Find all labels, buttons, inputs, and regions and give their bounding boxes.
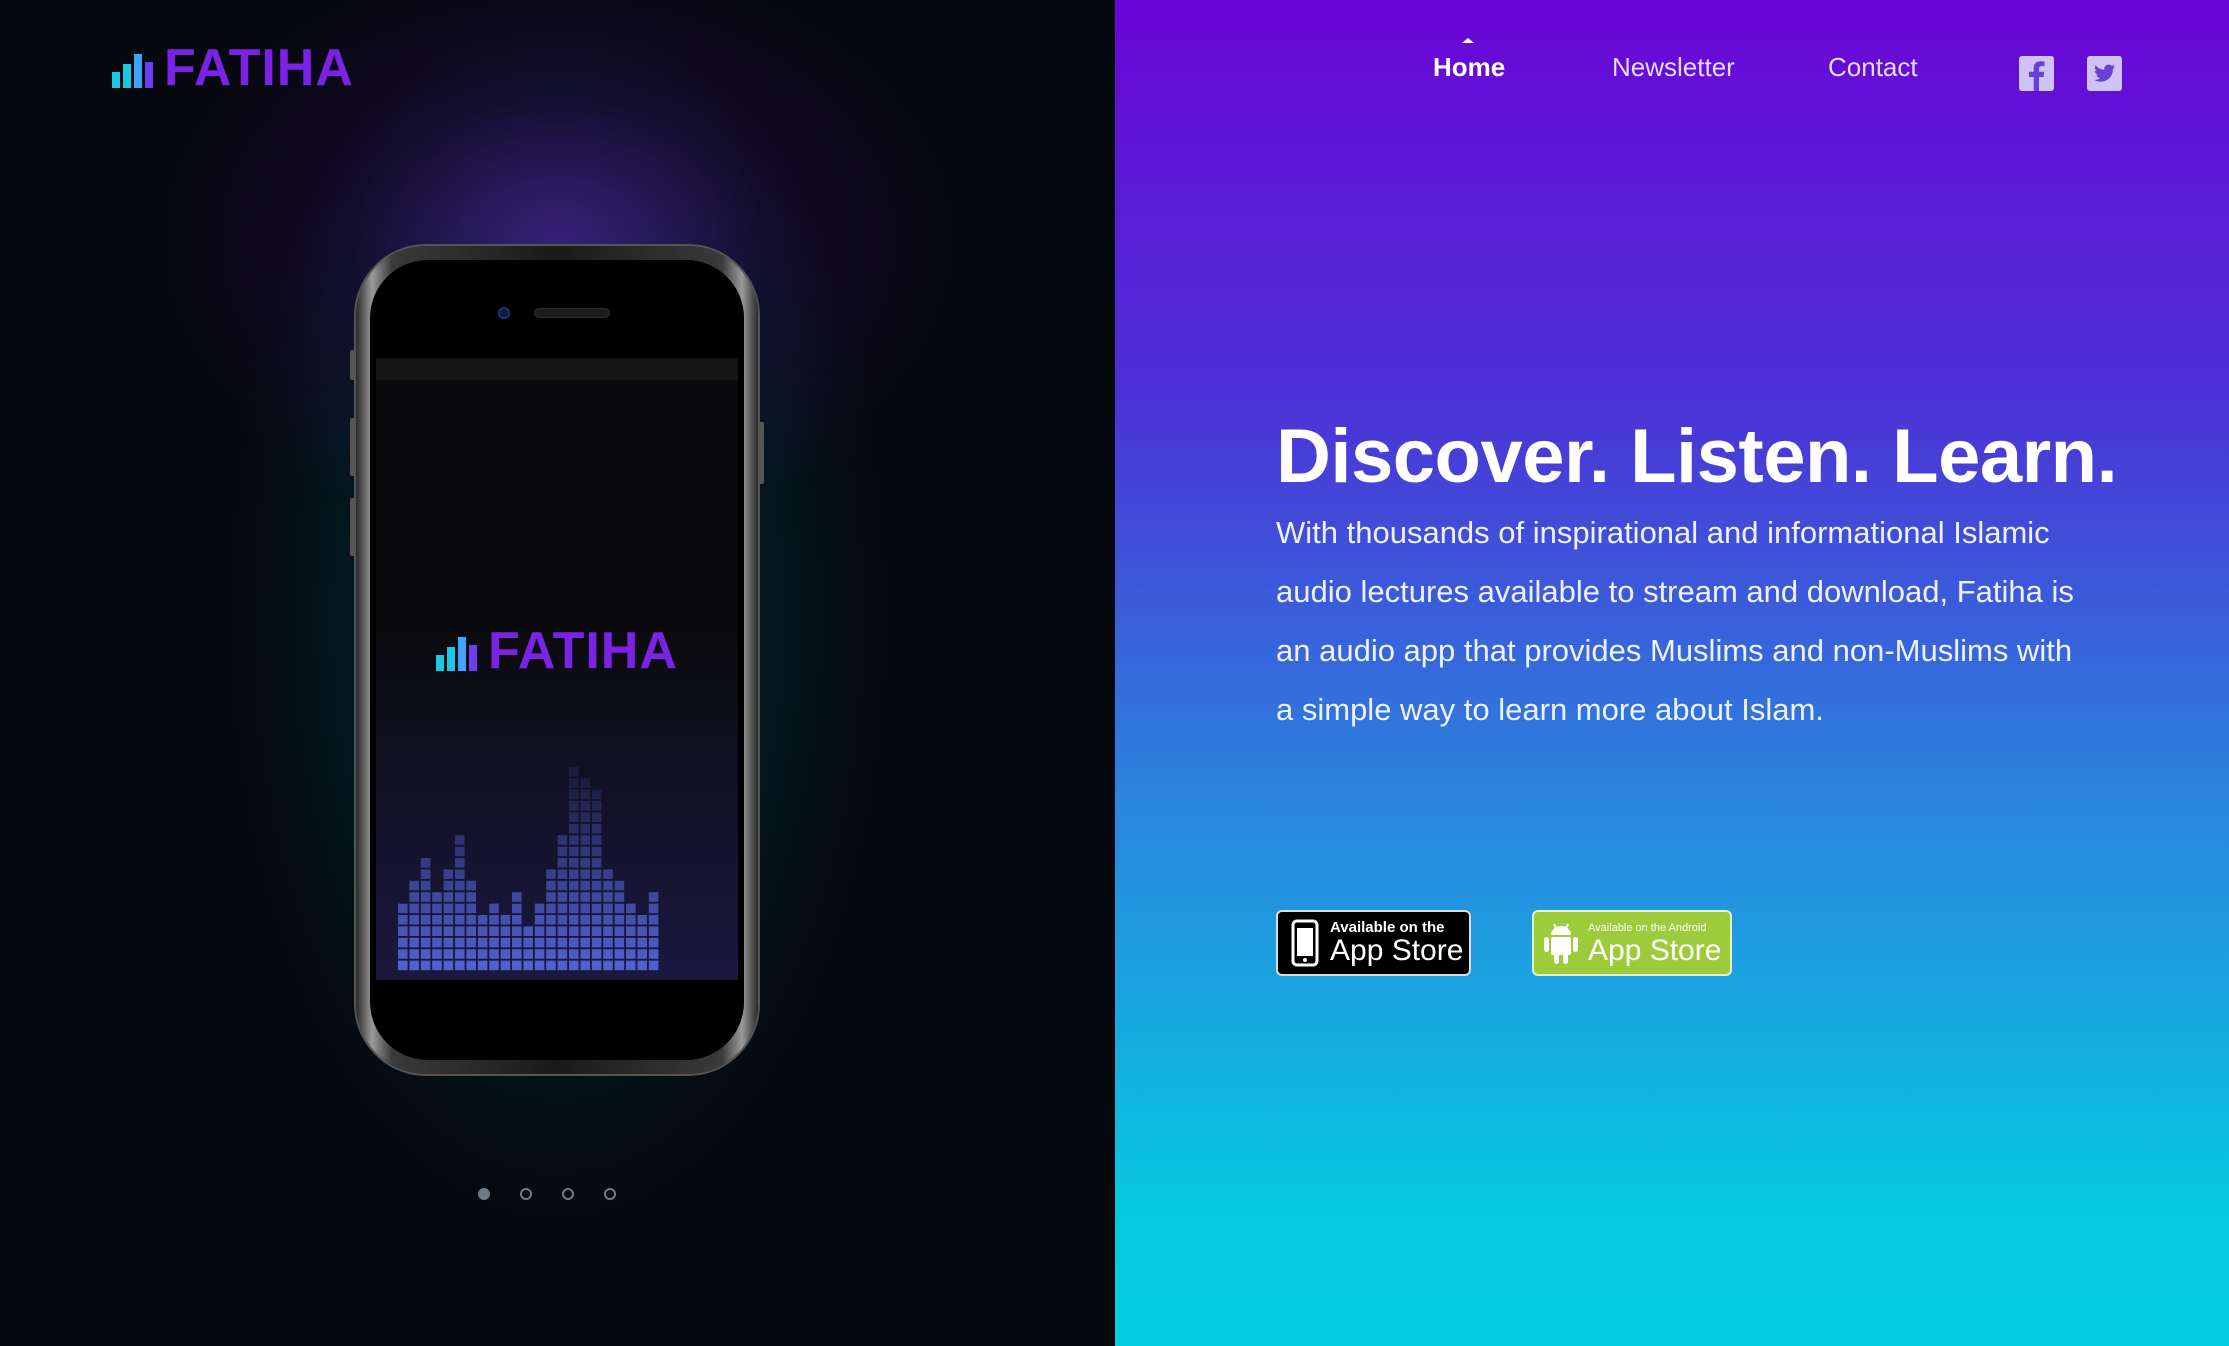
top-navigation: Home Newsletter Contact (1115, 38, 2229, 92)
nav-contact-link[interactable]: Contact (1828, 52, 1918, 83)
carousel-dot-1[interactable] (478, 1188, 490, 1200)
active-indicator-icon (1462, 38, 1474, 43)
app-store-badge[interactable]: Available on the App Store (1276, 910, 1471, 976)
screen-status-bar (376, 358, 738, 380)
android-robot-icon (1544, 923, 1578, 964)
carousel-dot-2[interactable] (520, 1188, 532, 1200)
carousel-dots (478, 1188, 616, 1200)
app-store-badge-big-text: App Store (1330, 934, 1464, 967)
brand-logo[interactable]: FATIHA (112, 38, 354, 94)
equalizer-graphic (398, 766, 659, 971)
twitter-icon[interactable] (2087, 56, 2122, 91)
android-store-badge[interactable]: Available on the Android App Store (1532, 910, 1732, 976)
camera-icon (498, 307, 510, 319)
logo-bars-icon (112, 42, 164, 94)
app-splash-screen: FATIHA (376, 380, 738, 980)
phone-mockup: FATIHA (350, 246, 764, 1074)
iphone-icon (1291, 919, 1319, 967)
hero-visual-panel: FATIHA FATIHA (0, 0, 1115, 1346)
speaker-grille (534, 308, 610, 318)
hero-content-panel: Home Newsletter Contact Discover. Listen… (1115, 0, 2229, 1346)
hero-description: With thousands of inspirational and info… (1276, 515, 2074, 727)
logo-bars-icon (436, 625, 488, 677)
carousel-dot-3[interactable] (562, 1188, 574, 1200)
carousel-dot-4[interactable] (604, 1188, 616, 1200)
app-splash-logo: FATIHA (436, 625, 678, 677)
brand-name: FATIHA (164, 39, 354, 97)
nav-home-link[interactable]: Home (1433, 52, 1505, 83)
phone-screen: FATIHA (370, 260, 744, 1060)
facebook-icon[interactable] (2019, 56, 2054, 91)
hero-headline: Discover. Listen. Learn. (1276, 413, 2118, 499)
app-splash-brand-name: FATIHA (488, 622, 678, 680)
android-badge-big-text: App Store (1588, 934, 1722, 967)
nav-newsletter-link[interactable]: Newsletter (1612, 52, 1735, 83)
